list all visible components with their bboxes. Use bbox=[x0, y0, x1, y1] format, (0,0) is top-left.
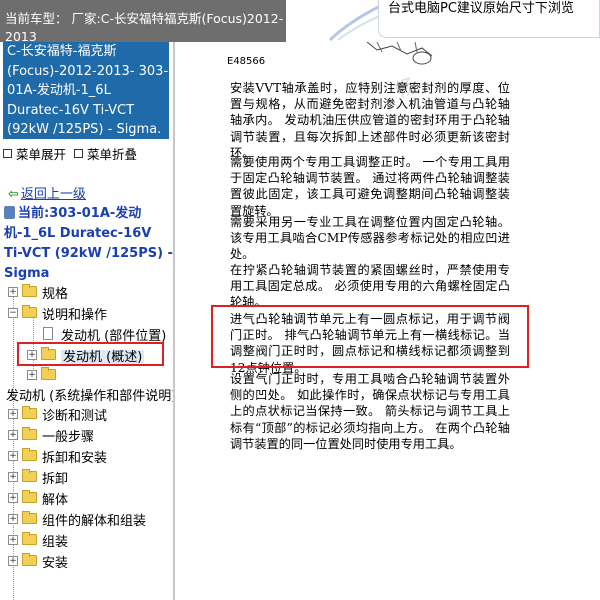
collapse-icon bbox=[73, 149, 83, 158]
content-paragraph: 需要使用两个专用工具调整正时。 一个专用工具用于固定凸轮轴调节装置。 通过将两件… bbox=[230, 155, 510, 218]
tree-item-label: 拆卸 bbox=[42, 472, 69, 487]
menu-expand-label: 菜单展开 bbox=[16, 147, 67, 162]
current-location-text: 当前:303-01A-发动机-1_6L Duratec-16V Ti-VCT (… bbox=[4, 206, 173, 281]
content-paragraph: 设置气门正时时，专用工具啮合凸轮轴调节装置外侧的凹处。 如此操作时，确保点状标记… bbox=[230, 372, 510, 451]
back-row: ⇦ 返回上一级 bbox=[8, 183, 86, 202]
expand-plus-icon[interactable]: + bbox=[8, 556, 18, 566]
back-arrow-icon[interactable]: ⇦ bbox=[8, 187, 19, 202]
folder-icon bbox=[22, 511, 37, 524]
selection-highlight-box bbox=[17, 342, 164, 366]
folder-icon bbox=[22, 553, 37, 566]
content-paragraph: 在拧紧凸轮轴调节装置的紧固螺丝时，严禁使用专用工具固定总成。 必须使用专用的六角… bbox=[230, 263, 510, 310]
expand-plus-icon[interactable]: + bbox=[8, 430, 18, 440]
sidebar-title: C-长安福特-福克斯(Focus)-2012-2013- 303-01A-发动机… bbox=[3, 42, 169, 139]
tree-item-label: 组装 bbox=[42, 535, 69, 550]
folder-open-icon bbox=[22, 305, 37, 318]
tree-item-label: 安装 bbox=[42, 556, 69, 571]
tree-item-label: 诊断和测试 bbox=[42, 409, 108, 424]
expand-plus-icon[interactable]: + bbox=[8, 287, 18, 297]
tree-item-label: 规格 bbox=[42, 287, 69, 302]
expand-plus-icon[interactable]: + bbox=[8, 535, 18, 545]
folder-icon bbox=[22, 448, 37, 461]
tree-item-label: 拆卸和安装 bbox=[42, 451, 108, 466]
content-paragraph: 需要采用另一专业工具在调整位置内固定凸轮轴。该专用工具啮合CMP传感器参考标记处… bbox=[230, 215, 510, 262]
tree-item-label: 发动机 (系统操作和部件说明) bbox=[6, 389, 175, 404]
sidebar: C-长安福特-福克斯(Focus)-2012-2013- 303-01A-发动机… bbox=[0, 42, 175, 600]
highlight-box bbox=[211, 305, 529, 368]
menu-collapse-button[interactable]: 菜单折叠 bbox=[73, 147, 137, 162]
top-banner: 当前车型： 厂家:C-长安福特福克斯(Focus)2012-2013 台式电脑P… bbox=[0, 0, 600, 42]
folder-icon bbox=[22, 469, 37, 482]
model-label: 当前车型： bbox=[5, 11, 68, 26]
expand-plus-icon[interactable]: + bbox=[8, 409, 18, 419]
folder-icon bbox=[22, 406, 37, 419]
menu-toggle-row: 菜单展开 菜单折叠 bbox=[3, 144, 137, 163]
expand-plus-icon[interactable]: + bbox=[27, 370, 37, 380]
figure-code: E48566 bbox=[227, 56, 266, 67]
current-model-bar: 当前车型： 厂家:C-长安福特福克斯(Focus)2012-2013 bbox=[0, 0, 286, 42]
expand-plus-icon[interactable]: + bbox=[8, 493, 18, 503]
current-location: 当前:303-01A-发动机-1_6L Duratec-16V Ti-VCT (… bbox=[4, 204, 173, 284]
menu-expand-button[interactable]: 菜单展开 bbox=[3, 147, 66, 162]
document-icon bbox=[4, 206, 15, 219]
menu-collapse-label: 菜单折叠 bbox=[86, 147, 137, 162]
folder-icon bbox=[22, 284, 37, 297]
expand-plus-icon[interactable]: + bbox=[8, 472, 18, 482]
browse-hint-text: 台式电脑PC建议原始尺寸下浏览 bbox=[388, 1, 574, 16]
tree-line bbox=[13, 294, 14, 600]
folder-icon bbox=[22, 490, 37, 503]
content-pane: E48566 畅 安装VVT轴承盖时，应特别注意密封剂的厚度、位置与规格，从而避… bbox=[177, 42, 600, 600]
folder-icon bbox=[22, 532, 37, 545]
tree-item-label: 组件的解体和组装 bbox=[42, 514, 147, 529]
tree-item-label: 解体 bbox=[42, 493, 69, 508]
tree-item-label: 说明和操作 bbox=[42, 308, 108, 323]
tree-item-label: 一般步骤 bbox=[42, 430, 95, 445]
collapse-minus-icon[interactable]: − bbox=[8, 308, 18, 318]
expand-plus-icon[interactable]: + bbox=[8, 451, 18, 461]
folder-icon bbox=[41, 367, 56, 380]
folder-icon bbox=[22, 427, 37, 440]
expand-plus-icon[interactable]: + bbox=[8, 514, 18, 524]
page-icon bbox=[43, 327, 53, 340]
expand-icon bbox=[3, 149, 12, 158]
back-link[interactable]: 返回上一级 bbox=[21, 187, 86, 202]
content-paragraph: 安装VVT轴承盖时，应特别注意密封剂的厚度、位置与规格，从而避免密封剂渗入机油管… bbox=[230, 81, 510, 160]
